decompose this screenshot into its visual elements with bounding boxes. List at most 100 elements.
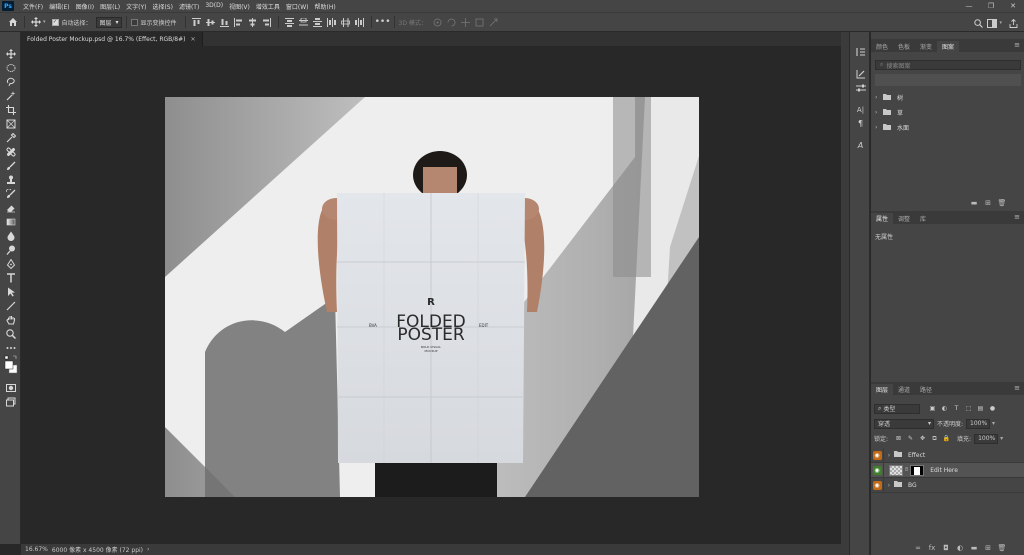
panel-menu-icon[interactable]: ≡ [1014, 213, 1020, 221]
visibility-toggle[interactable]: ◉ [871, 477, 884, 493]
type-tool-icon[interactable] [3, 272, 18, 284]
menu-image[interactable]: 图像(I) [73, 2, 97, 11]
paragraph-panel-icon[interactable]: ¶ [855, 118, 866, 129]
minimize-button[interactable]: — [958, 0, 980, 12]
link-icon[interactable]: 8 [905, 467, 908, 473]
filter-pixel-icon[interactable]: ▣ [928, 404, 937, 413]
smart-object-thumbnail[interactable] [889, 464, 903, 476]
new-group-icon[interactable]: ▬ [967, 544, 981, 552]
move-tool-icon[interactable] [29, 15, 43, 29]
visibility-toggle[interactable]: ◉ [871, 447, 884, 463]
3d-pan-icon[interactable] [461, 17, 471, 27]
clone-stamp-tool-icon[interactable] [3, 174, 18, 186]
distribute-bottom-icon[interactable] [313, 17, 323, 27]
filter-shape-icon[interactable]: ⬚ [964, 404, 973, 413]
menu-3d[interactable]: 3D(D) [202, 2, 226, 11]
brush-tool-icon[interactable] [3, 160, 18, 172]
tab-paths[interactable]: 路径 [915, 384, 937, 395]
link-layers-icon[interactable]: ∞ [911, 544, 925, 552]
pattern-search-input[interactable]: ⌕ 搜索图案 [875, 60, 1021, 70]
show-transform-checkbox[interactable] [130, 18, 138, 26]
gradient-tool-icon[interactable] [3, 216, 18, 228]
3d-roll-icon[interactable] [447, 17, 457, 27]
distribute-top-icon[interactable] [285, 17, 295, 27]
align-bottom-icon[interactable] [220, 17, 230, 27]
pen-tool-icon[interactable] [3, 258, 18, 270]
distribute-right-icon[interactable] [355, 17, 365, 27]
new-pattern-icon[interactable]: ⊞ [981, 199, 995, 207]
blend-mode-select[interactable]: 穿透 ▾ [874, 418, 934, 429]
tab-color[interactable]: 颜色 [871, 41, 893, 52]
filter-smart-object-icon[interactable]: ▤ [976, 404, 985, 413]
panel-menu-icon[interactable]: ≡ [1014, 384, 1020, 392]
align-vcenter-icon[interactable] [206, 17, 216, 27]
filter-type-icon[interactable]: T [952, 404, 961, 413]
3d-scale-icon[interactable] [489, 17, 499, 27]
tab-layers[interactable]: 图层 [871, 384, 894, 395]
zoom-tool-icon[interactable] [3, 328, 18, 340]
frame-tool-icon[interactable] [3, 118, 18, 130]
menu-file[interactable]: 文件(F) [20, 2, 46, 11]
pattern-folder[interactable]: › 树 [875, 91, 1021, 104]
tab-properties[interactable]: 属性 [871, 213, 894, 224]
chevron-down-icon[interactable]: ▾ [1000, 435, 1003, 442]
home-icon[interactable] [6, 15, 20, 29]
restore-button[interactable]: ❐ [980, 0, 1002, 12]
add-mask-icon[interactable]: ◘ [939, 544, 953, 552]
document-tab[interactable]: Folded Poster Mockup.psd @ 16.7% (Effect… [21, 32, 203, 46]
path-selection-tool-icon[interactable] [3, 286, 18, 298]
lock-position-icon[interactable]: ✥ [918, 434, 927, 443]
chevron-right-icon[interactable]: › [884, 482, 894, 489]
glyphs-panel-icon[interactable]: A [855, 140, 866, 151]
3d-orbit-icon[interactable] [433, 17, 443, 27]
search-icon[interactable] [971, 16, 985, 30]
delete-layer-icon[interactable]: 🗑 [995, 544, 1009, 552]
distribute-left-icon[interactable] [327, 17, 337, 27]
chevron-right-icon[interactable]: › [884, 452, 894, 459]
distribute-hcenter-icon[interactable] [341, 17, 351, 27]
layer-row-effect[interactable]: ◉ › Effect [871, 447, 1024, 463]
tab-gradients[interactable]: 渐变 [915, 41, 937, 52]
screen-mode-icon[interactable] [3, 396, 18, 408]
align-left-icon[interactable] [234, 17, 244, 27]
brush-settings-panel-icon[interactable] [855, 68, 866, 79]
chevron-down-icon[interactable]: ▾ [43, 19, 46, 25]
lock-artboard-icon[interactable]: ⧉ [930, 434, 939, 443]
hand-tool-icon[interactable] [3, 314, 18, 326]
more-options-icon[interactable]: ••• [375, 15, 391, 29]
layer-mask-thumbnail[interactable] [910, 464, 925, 476]
layer-filter-kind-select[interactable]: ⌕ 类型 [874, 403, 920, 414]
dodge-tool-icon[interactable] [3, 244, 18, 256]
opacity-input[interactable]: 100% [966, 418, 991, 429]
lock-image-icon[interactable]: ✎ [906, 434, 915, 443]
magic-wand-tool-icon[interactable] [3, 90, 18, 102]
pattern-folder[interactable]: › 草 [875, 106, 1021, 119]
lasso-tool-icon[interactable] [3, 76, 18, 88]
canvas-area[interactable]: R FOLDED POSTER BOLD VISUAL MOCKUP BVA E… [21, 46, 841, 544]
menu-select[interactable]: 选择(S) [149, 2, 176, 11]
filter-toggle-icon[interactable]: ● [988, 404, 997, 413]
filter-adjustment-icon[interactable]: ◐ [940, 404, 949, 413]
tab-libraries[interactable]: 库 [915, 213, 931, 224]
close-window-button[interactable]: ✕ [1002, 0, 1024, 12]
tab-swatches[interactable]: 色板 [893, 41, 915, 52]
align-right-icon[interactable] [262, 17, 272, 27]
chevron-down-icon[interactable]: ▾ [999, 20, 1002, 26]
eyedropper-tool-icon[interactable] [3, 132, 18, 144]
chevron-down-icon[interactable]: ▾ [992, 420, 995, 427]
auto-select-dropdown[interactable]: 图层 ▾ [95, 16, 122, 28]
auto-select-checkbox[interactable]: ✓ [51, 18, 59, 26]
menu-type[interactable]: 文字(Y) [123, 2, 149, 11]
lock-all-icon[interactable]: 🔒 [942, 434, 951, 443]
move-tool-icon[interactable] [3, 48, 18, 60]
menu-window[interactable]: 窗口(W) [283, 2, 312, 11]
zoom-level[interactable]: 16.67% [25, 546, 48, 553]
fill-input[interactable]: 100% [974, 433, 999, 444]
workspace-icon[interactable] [985, 16, 999, 30]
align-hcenter-icon[interactable] [248, 17, 258, 27]
tab-channels[interactable]: 通道 [893, 384, 915, 395]
history-brush-tool-icon[interactable] [3, 188, 18, 200]
menu-plugins[interactable]: 增效工具 [253, 2, 283, 11]
menu-help[interactable]: 帮助(H) [312, 2, 339, 11]
menu-layer[interactable]: 图层(L) [97, 2, 123, 11]
